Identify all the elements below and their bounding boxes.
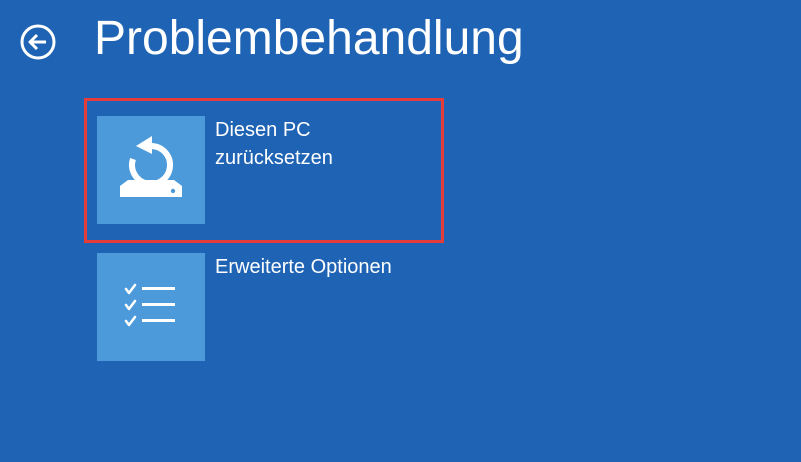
back-button[interactable] <box>19 23 57 61</box>
reset-pc-option[interactable]: Diesen PC zurücksetzen <box>97 116 517 224</box>
advanced-options-option[interactable]: Erweiterte Optionen <box>97 253 517 361</box>
checklist-icon <box>124 283 175 327</box>
reset-pc-icon <box>120 136 182 197</box>
advanced-options-tile[interactable] <box>97 253 205 361</box>
reset-pc-tile[interactable] <box>97 116 205 224</box>
back-arrow-circle-icon <box>20 24 56 60</box>
advanced-options-label: Erweiterte Optionen <box>215 256 392 278</box>
reset-pc-label: Diesen PC zurücksetzen <box>215 119 333 169</box>
page-title: Problembehandlung <box>94 12 524 65</box>
